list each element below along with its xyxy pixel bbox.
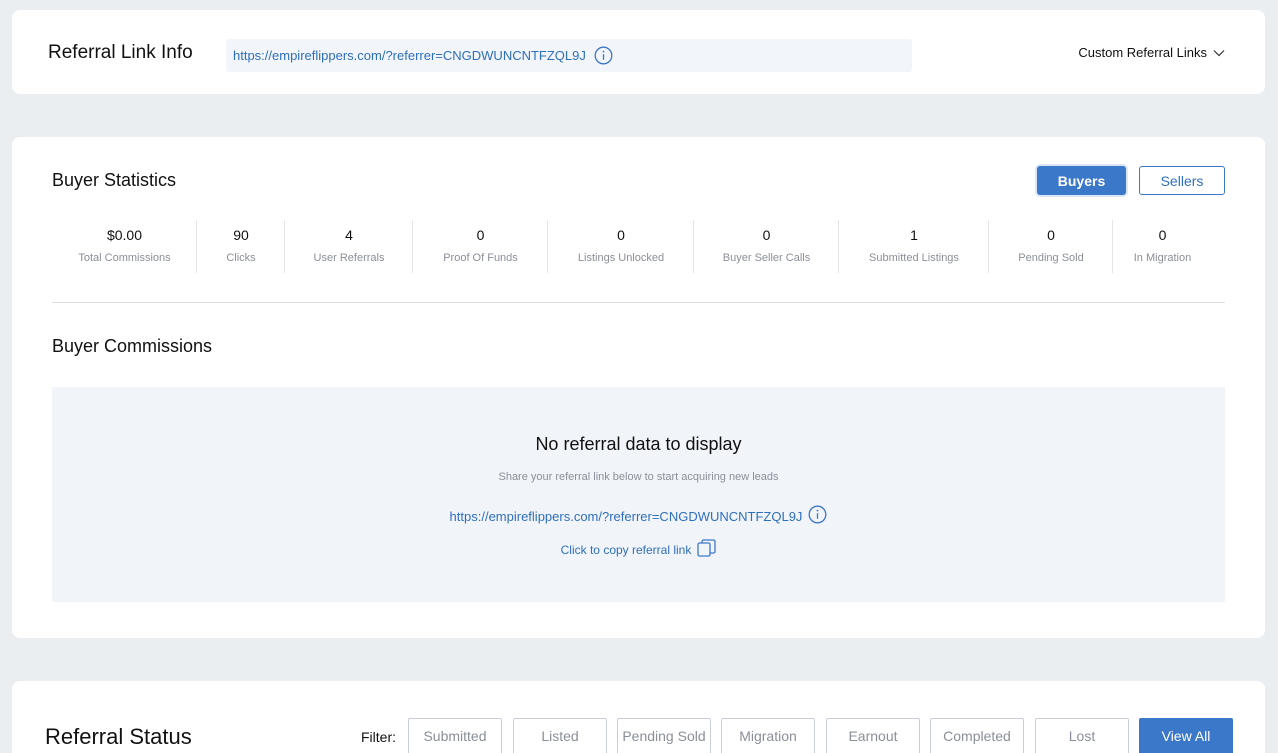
stat-pending-sold: 0 Pending Sold [988, 220, 1113, 273]
stat-value: 0 [1047, 227, 1055, 243]
stat-label: Total Commissions [78, 252, 171, 264]
referral-status-card: Referral Status Filter: Submitted Listed… [12, 681, 1265, 753]
sellers-toggle-button[interactable]: Sellers [1139, 166, 1225, 195]
section-divider [52, 302, 1225, 303]
info-icon[interactable] [808, 505, 827, 527]
stat-value: 0 [762, 227, 771, 243]
stat-value: 0 [617, 227, 625, 243]
stat-in-migration: 0 In Migration [1112, 220, 1212, 273]
empty-state-heading: No referral data to display [535, 434, 742, 454]
filter-view-all-button[interactable]: View All [1139, 718, 1233, 753]
info-icon[interactable] [594, 46, 613, 70]
stat-total-commissions: $0.00 Total Commissions [52, 220, 197, 273]
referral-status-title: Referral Status [45, 724, 192, 749]
buyer-statistics-card: Buyer Statistics Buyers Sellers $0.00 To… [12, 137, 1265, 638]
stat-listings-unlocked: 0 Listings Unlocked [547, 220, 694, 273]
chevron-down-icon [1213, 45, 1225, 60]
filter-label: Filter: [361, 729, 396, 745]
stat-user-referrals: 4 User Referrals [284, 220, 413, 273]
stat-value: $0.00 [106, 227, 143, 243]
copy-referral-link-button[interactable]: Click to copy referral link [52, 539, 1225, 560]
buyers-toggle-button[interactable]: Buyers [1037, 166, 1126, 195]
stat-value: 0 [1158, 227, 1167, 243]
empty-state-link-row: https://empireflippers.com/?referrer=CNG… [52, 505, 1225, 527]
buyer-commissions-title: Buyer Commissions [52, 336, 213, 356]
stat-value: 4 [345, 227, 353, 243]
stat-submitted-listings: 1 Submitted Listings [838, 220, 989, 273]
copy-icon [697, 539, 717, 560]
empty-state-panel: No referral data to display Share your r… [52, 387, 1225, 602]
filter-migration-button[interactable]: Migration [721, 718, 815, 753]
filter-listed-button[interactable]: Listed [513, 718, 607, 753]
stat-proof-of-funds: 0 Proof Of Funds [412, 220, 548, 273]
stat-value: 90 [233, 227, 249, 243]
empty-state-referral-link[interactable]: https://empireflippers.com/?referrer=CNG… [450, 509, 803, 524]
stat-buyer-seller-calls: 0 Buyer Seller Calls [693, 220, 839, 273]
referral-link-title: Referral Link Info [48, 42, 193, 63]
buyer-statistics-title: Buyer Statistics [52, 170, 177, 190]
filter-lost-button[interactable]: Lost [1035, 718, 1129, 753]
stat-label: Clicks [226, 252, 256, 264]
custom-referral-links-dropdown[interactable]: Custom Referral Links [1078, 45, 1225, 60]
stats-row: $0.00 Total Commissions 90 Clicks 4 User… [52, 220, 1225, 273]
filter-earnout-button[interactable]: Earnout [826, 718, 920, 753]
stat-label: Pending Sold [1018, 252, 1084, 264]
empty-state-description: Share your referral link below to start … [498, 471, 779, 483]
referral-link-text[interactable]: https://empireflippers.com/?referrer=CNG… [233, 48, 586, 63]
stat-value: 0 [476, 227, 485, 243]
copy-referral-link-label: Click to copy referral link [560, 542, 692, 557]
filter-submitted-button[interactable]: Submitted [408, 718, 502, 753]
stat-label: In Migration [1133, 252, 1192, 264]
stat-label: Buyer Seller Calls [722, 252, 811, 264]
referral-link-box[interactable]: https://empireflippers.com/?referrer=CNG… [226, 39, 912, 72]
filter-pending-sold-button[interactable]: Pending Sold [617, 718, 711, 753]
stat-label: Listings Unlocked [577, 252, 665, 264]
stat-clicks: 90 Clicks [196, 220, 285, 273]
stat-value: 1 [910, 227, 918, 243]
stat-label: Submitted Listings [869, 252, 959, 264]
referral-link-card: Referral Link Info https://empireflipper… [12, 10, 1265, 94]
stat-label: Proof Of Funds [443, 252, 518, 264]
custom-referral-links-label: Custom Referral Links [1078, 45, 1207, 60]
stat-label: User Referrals [313, 252, 385, 264]
filter-completed-button[interactable]: Completed [930, 718, 1024, 753]
